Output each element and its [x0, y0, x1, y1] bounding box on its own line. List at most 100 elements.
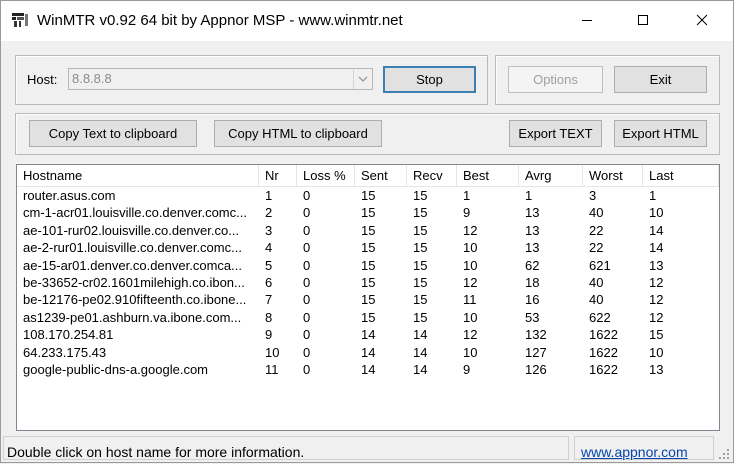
status-message-pane: Double click on host name for more infor… — [3, 436, 569, 460]
title-bar[interactable]: WinMTR v0.92 64 bit by Appnor MSP - www.… — [1, 1, 733, 41]
column-header-last[interactable]: Last — [643, 165, 719, 186]
avrg-cell: 53 — [525, 309, 540, 325]
column-header-best[interactable]: Best — [457, 165, 519, 186]
minimize-button[interactable] — [564, 1, 610, 41]
best-cell: 10 — [463, 344, 478, 360]
recv-cell: 15 — [413, 309, 428, 325]
hostname-cell: google-public-dns-a.google.com — [23, 361, 209, 377]
trace-results-list[interactable]: Hostname Nr Loss % Sent Recv Best Avrg Worst Las… — [16, 164, 720, 431]
column-header-avrg[interactable]: Avrg — [519, 165, 583, 186]
list-header: Hostname Nr Loss % Sent Recv Best Avrg Worst Las… — [17, 165, 719, 187]
window-title: WinMTR v0.92 64 bit by Appnor MSP - www.… — [37, 12, 403, 29]
table-row[interactable]: be-12176-pe02.910fifteenth.co.ibone... 7 0… — [17, 291, 719, 308]
table-row[interactable]: google-public-dns-a.google.com 11 0 14 14 9 12… — [17, 361, 719, 378]
table-row[interactable]: as1239-pe01.ashburn.va.ibone.com... 8 0 15 1… — [17, 309, 719, 326]
host-label: Host: — [27, 72, 58, 87]
best-cell: 9 — [463, 361, 471, 377]
host-combobox[interactable]: 8.8.8.8 — [68, 68, 373, 90]
maximize-icon — [637, 14, 649, 29]
table-row[interactable]: ae-2-rur01.louisville.co.denver.comc... 4… — [17, 239, 719, 256]
recv-cell: 15 — [413, 188, 428, 203]
last-cell: 10 — [649, 205, 664, 221]
hostname-cell: be-12176-pe02.910fifteenth.co.ibone... — [23, 292, 247, 308]
last-cell: 10 — [649, 344, 664, 360]
table-row[interactable]: ae-101-rur02.louisville.co.denver.co... 3… — [17, 222, 719, 239]
stop-button[interactable]: Stop — [383, 66, 476, 93]
table-row[interactable]: ae-15-ar01.denver.co.denver.comca... 5 0 15… — [17, 257, 719, 274]
list-rows: router.asus.com 1 0 15 15 1 1 3 1 cm-1-acr01.loui… — [17, 187, 719, 378]
nr-cell: 9 — [265, 327, 273, 343]
best-cell: 9 — [463, 205, 471, 221]
winmtr-window: WinMTR v0.92 64 bit by Appnor MSP - www.… — [0, 0, 734, 463]
nr-cell: 7 — [265, 292, 273, 308]
best-cell: 10 — [463, 309, 478, 325]
column-header-recv[interactable]: Recv — [407, 165, 457, 186]
export-html-button[interactable]: Export HTML — [614, 120, 707, 147]
loss-cell: 0 — [303, 205, 311, 221]
sent-cell: 15 — [361, 309, 376, 325]
avrg-cell: 13 — [525, 240, 540, 256]
close-button[interactable] — [679, 1, 725, 41]
chevron-down-icon[interactable] — [353, 69, 372, 89]
sent-cell: 15 — [361, 205, 376, 221]
best-cell: 10 — [463, 240, 478, 256]
worst-cell: 22 — [589, 240, 604, 256]
avrg-cell: 132 — [525, 327, 547, 343]
last-cell: 12 — [649, 274, 664, 290]
worst-cell: 40 — [589, 205, 604, 221]
best-cell: 10 — [463, 257, 478, 273]
worst-cell: 621 — [589, 257, 611, 273]
column-header-loss[interactable]: Loss % — [297, 165, 355, 186]
loss-cell: 0 — [303, 327, 311, 343]
table-row[interactable]: be-33652-cr02.1601milehigh.co.ibon... 6 0 1… — [17, 274, 719, 291]
column-header-nr[interactable]: Nr — [259, 165, 297, 186]
winmtr-app-icon[interactable] — [11, 12, 29, 28]
avrg-cell: 13 — [525, 222, 540, 238]
nr-cell: 5 — [265, 257, 273, 273]
recv-cell: 15 — [413, 274, 428, 290]
worst-cell: 40 — [589, 274, 604, 290]
best-cell: 12 — [463, 274, 478, 290]
hostname-cell: cm-1-acr01.louisville.co.denver.comc... — [23, 205, 247, 221]
table-row[interactable]: router.asus.com 1 0 15 15 1 1 3 1 — [17, 187, 719, 204]
options-button[interactable]: Options — [508, 66, 603, 93]
sent-cell: 15 — [361, 240, 376, 256]
status-message: Double click on host name for more infor… — [7, 444, 305, 460]
hostname-cell: ae-101-rur02.louisville.co.denver.co... — [23, 222, 240, 238]
worst-cell: 40 — [589, 292, 604, 308]
column-header-sent[interactable]: Sent — [355, 165, 407, 186]
nr-cell: 8 — [265, 309, 273, 325]
nr-cell: 2 — [265, 205, 273, 221]
sent-cell: 14 — [361, 344, 376, 360]
hostname-cell: ae-15-ar01.denver.co.denver.comca... — [23, 257, 242, 273]
worst-cell: 1622 — [589, 361, 618, 377]
maximize-button[interactable] — [620, 1, 666, 41]
avrg-cell: 62 — [525, 257, 540, 273]
column-header-hostname[interactable]: Hostname — [17, 165, 259, 186]
export-text-button[interactable]: Export TEXT — [509, 120, 602, 147]
resize-grip-icon[interactable] — [717, 447, 731, 461]
nr-cell: 10 — [265, 344, 280, 360]
column-header-worst[interactable]: Worst — [583, 165, 643, 186]
last-cell: 13 — [649, 361, 664, 377]
table-row[interactable]: 108.170.254.81 9 0 14 14 12 132 1622 15 — [17, 326, 719, 343]
loss-cell: 0 — [303, 361, 311, 377]
recv-cell: 14 — [413, 327, 428, 343]
best-cell: 11 — [463, 292, 477, 308]
sent-cell: 15 — [361, 257, 376, 273]
last-cell: 14 — [649, 240, 664, 256]
hostname-cell: be-33652-cr02.1601milehigh.co.ibon... — [23, 274, 245, 290]
loss-cell: 0 — [303, 344, 311, 360]
last-cell: 12 — [649, 292, 664, 308]
table-row[interactable]: cm-1-acr01.louisville.co.denver.comc... 2… — [17, 204, 719, 221]
last-cell: 15 — [649, 327, 664, 343]
copy-html-button[interactable]: Copy HTML to clipboard — [214, 120, 382, 147]
copy-text-button[interactable]: Copy Text to clipboard — [29, 120, 197, 147]
website-link[interactable]: www.appnor.com — [581, 444, 688, 460]
host-input[interactable]: 8.8.8.8 — [72, 71, 112, 86]
worst-cell: 1622 — [589, 344, 618, 360]
hostname-cell: router.asus.com — [23, 188, 116, 203]
exit-button[interactable]: Exit — [614, 66, 707, 93]
loss-cell: 0 — [303, 240, 311, 256]
table-row[interactable]: 64.233.175.43 10 0 14 14 10 127 1622 10 — [17, 344, 719, 361]
